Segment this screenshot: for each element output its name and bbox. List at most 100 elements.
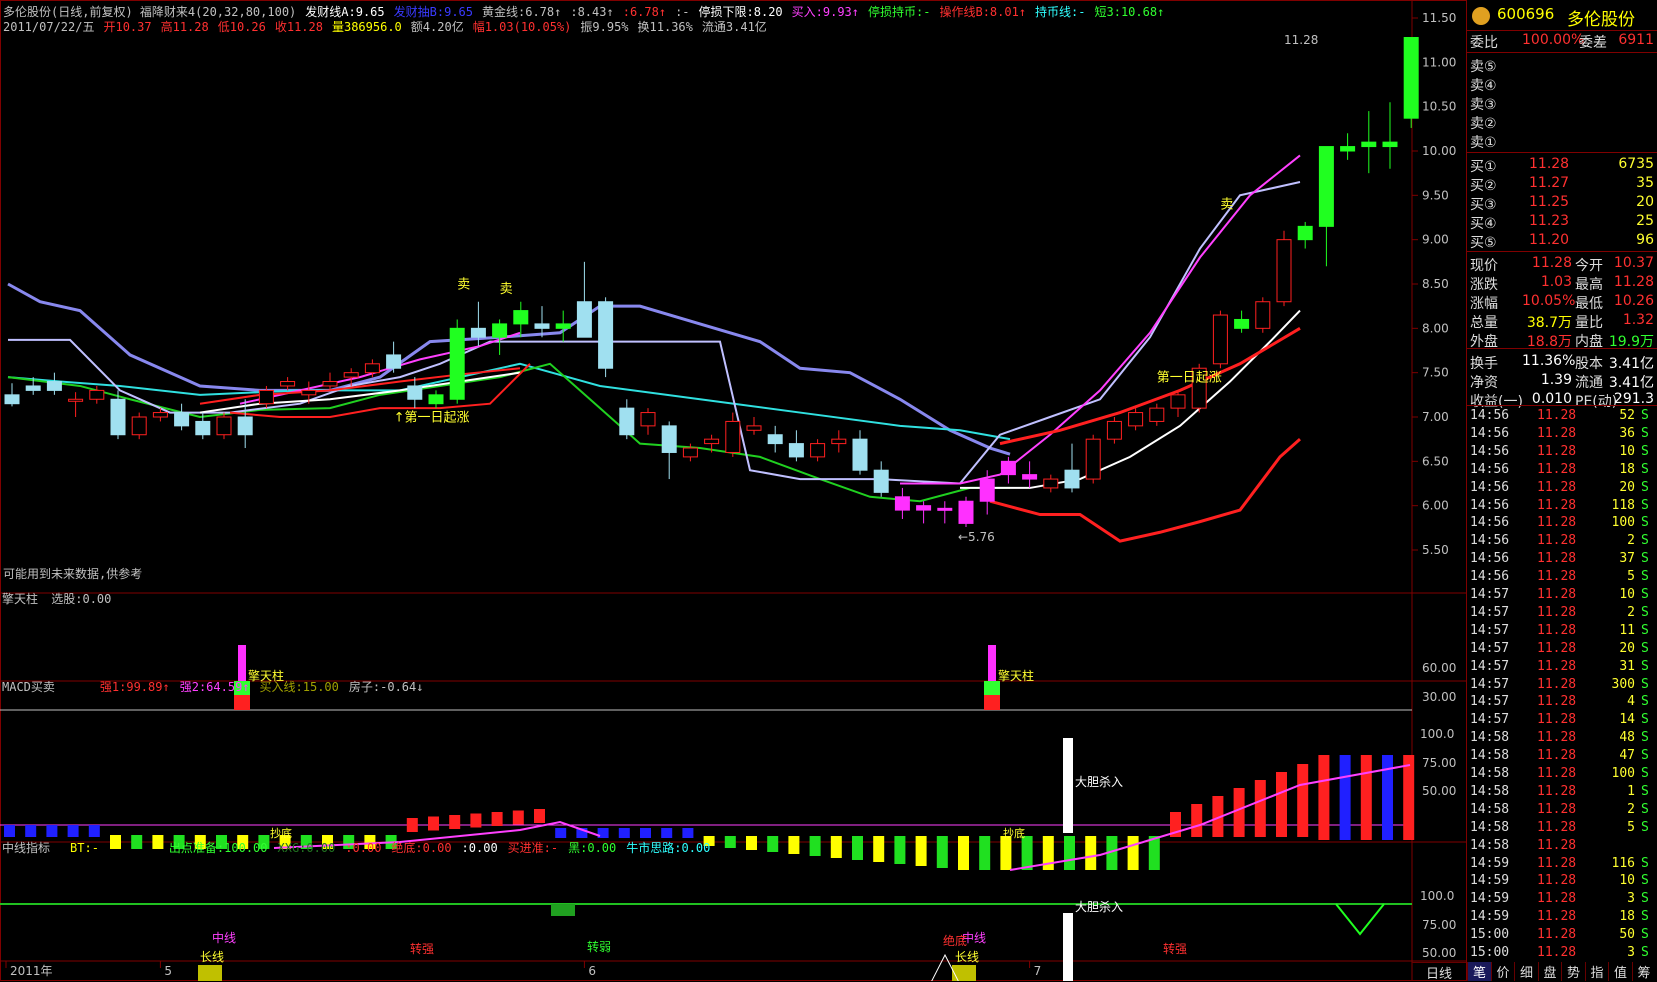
candle-body xyxy=(1318,146,1334,227)
tick-cell: S xyxy=(1641,622,1649,638)
ask-label: 卖③ xyxy=(1470,97,1497,113)
sub2-title: MACD买卖 xyxy=(2,680,55,694)
tick-cell: 11.28 xyxy=(1537,658,1577,674)
stock-code: 600696 xyxy=(1497,5,1555,23)
bid-label: 买⑤ xyxy=(1470,235,1497,251)
tick-row: 14:57 11.28 31 S xyxy=(1467,659,1657,677)
candle-body xyxy=(322,381,338,387)
header-stat-3: 低10.26 xyxy=(217,20,266,34)
quote-tab[interactable]: 指 xyxy=(1584,962,1609,981)
candle-body xyxy=(513,310,529,325)
quote-tab[interactable]: 笔 xyxy=(1467,962,1491,981)
bottom-label: 抄底 xyxy=(270,826,292,840)
tick-cell: 5 xyxy=(1627,569,1635,585)
quote-tab[interactable]: 势 xyxy=(1561,962,1585,981)
sub1-title-text: 擎天柱 xyxy=(2,592,39,606)
period-tab[interactable]: 日线 xyxy=(1412,962,1466,982)
candle-body xyxy=(174,412,190,427)
tick-cell: 14:56 xyxy=(1470,533,1510,549)
tick-cell: S xyxy=(1641,569,1649,585)
tick-cell: 1 xyxy=(1627,783,1635,799)
quote-tab[interactable]: 筹 xyxy=(1631,962,1656,981)
bid-price: 11.28 xyxy=(1529,156,1570,172)
tick-cell: S xyxy=(1641,604,1649,620)
quote-tab[interactable]: 值 xyxy=(1608,962,1632,981)
stock-logo-icon xyxy=(1472,7,1490,25)
price-axis-label: 11.50 xyxy=(1422,11,1456,25)
sub3-buy-bar xyxy=(1063,913,1073,981)
tick-row: 14:58 11.28 5 S xyxy=(1467,820,1657,838)
tick-cell: 14:58 xyxy=(1470,766,1510,781)
tick-row: 14:56 11.28 5 S xyxy=(1467,569,1657,587)
macd-bar xyxy=(979,836,991,870)
tick-cell: 14:56 xyxy=(1470,425,1510,441)
stat-label: 总量 xyxy=(1470,315,1498,331)
tick-cell: 11.28 xyxy=(1537,801,1577,817)
tick-cell: 31 xyxy=(1619,658,1635,674)
price-axis-label: 8.00 xyxy=(1422,321,1449,335)
sub1-title: 擎天柱 选股:0.00 xyxy=(2,590,111,607)
ask-label: 卖④ xyxy=(1470,78,1497,94)
candle-body xyxy=(1340,146,1356,152)
chart-annotation: 卖 xyxy=(457,277,470,292)
quote-tab[interactable]: 价 xyxy=(1490,962,1515,981)
bid-price: 11.27 xyxy=(1529,175,1570,191)
tick-cell: S xyxy=(1641,515,1649,531)
header-stat-9: 换11.36% xyxy=(637,20,693,34)
tick-cell: 2 xyxy=(1627,533,1635,549)
tick-cell: S xyxy=(1641,461,1649,477)
header-item-5: :6.78↑ xyxy=(622,5,667,19)
quote-tab[interactable]: 细 xyxy=(1514,962,1538,981)
tick-cell: 36 xyxy=(1619,425,1635,441)
stat-row: 换手 11.36% 股本 3.41亿 xyxy=(1467,353,1657,372)
stat-row: 涨跌 1.03 最高 11.28 xyxy=(1467,274,1657,293)
macd-bar xyxy=(67,825,79,837)
quote-divider xyxy=(1467,405,1657,406)
candle-body xyxy=(1106,420,1122,440)
candle-body xyxy=(534,323,550,329)
tick-cell: 11.28 xyxy=(1537,819,1577,835)
tick-cell: 4 xyxy=(1627,694,1635,710)
candle-body xyxy=(68,398,84,402)
stat-label: 涨幅 xyxy=(1470,296,1498,312)
stock-name: 多伦股份 xyxy=(1567,10,1635,30)
tick-cell: 14:56 xyxy=(1470,497,1510,513)
ask-label: 卖⑤ xyxy=(1470,59,1497,75)
tick-cell: 47 xyxy=(1619,748,1635,764)
stat-row: 总量 38.7万 量比 1.32 xyxy=(1467,312,1657,331)
macd-bar xyxy=(555,828,567,838)
kline-chart[interactable]: 11.50 11.00 10.50 10.00 9.50 9.00 8.50 8.00 7.50… xyxy=(0,0,1467,981)
price-axis-label: 9.50 xyxy=(1422,188,1449,202)
price-axis-label: 7.00 xyxy=(1422,410,1449,424)
tick-row: 14:58 11.28 2 S xyxy=(1467,802,1657,820)
candle-body xyxy=(1149,407,1165,422)
candle-body xyxy=(470,327,486,338)
macd-bar xyxy=(894,836,906,864)
header-item-11: 持币线:- xyxy=(1035,5,1086,19)
macd-bar xyxy=(915,836,927,866)
quote-tab[interactable]: 盘 xyxy=(1537,962,1562,981)
stat-label: 量比 xyxy=(1575,315,1603,331)
ask-label: 卖② xyxy=(1470,116,1497,132)
macd-bar xyxy=(4,825,15,837)
sub2-axis-label: 100.0 xyxy=(1420,727,1454,741)
tick-cell: 3 xyxy=(1627,945,1635,960)
tick-cell: 15:00 xyxy=(1470,945,1510,960)
macd-bar xyxy=(746,836,757,850)
sub3-item: 黑:0.00 xyxy=(568,841,617,855)
macd-bar xyxy=(491,812,503,826)
sub3-label: 长线 xyxy=(955,950,979,964)
macd-bar xyxy=(1254,780,1266,837)
chart-annotation: ↑第一日起涨 xyxy=(394,410,470,425)
tick-cell: S xyxy=(1641,891,1649,907)
sub3-item: XXG:0.00 xyxy=(277,841,336,855)
tick-cell: S xyxy=(1641,748,1649,764)
sub3-item: :0.00 xyxy=(345,841,382,855)
pillar-top xyxy=(988,645,996,681)
tick-row: 14:56 11.28 2 S xyxy=(1467,533,1657,551)
tick-cell: 100 xyxy=(1611,515,1635,531)
stat-label: 净资 xyxy=(1470,375,1498,391)
candle-body xyxy=(576,301,592,338)
header-item-9: 停损持币:- xyxy=(868,5,931,19)
tick-cell: 18 xyxy=(1619,461,1635,477)
